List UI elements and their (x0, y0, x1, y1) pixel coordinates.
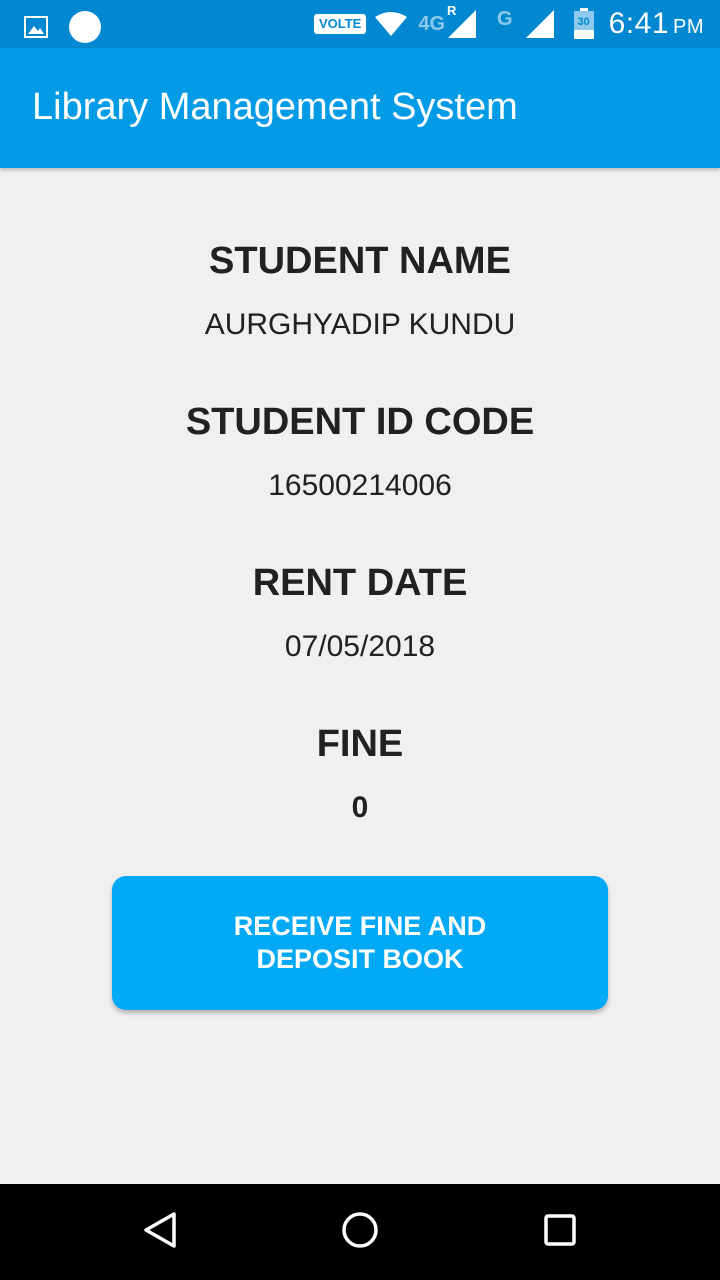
student-id-value: 16500214006 (268, 469, 452, 502)
student-id-label: STUDENT ID CODE (185, 401, 535, 443)
volte-badge: VOLTE (313, 14, 367, 34)
gallery-icon (24, 15, 48, 39)
student-name-label: STUDENT NAME (209, 240, 511, 282)
status-left-icons (24, 10, 102, 44)
clock-time: 6:41 (608, 7, 669, 40)
clock-ampm: PM (673, 16, 704, 38)
receive-fine-deposit-label: RECEIVE FINE AND DEPOSIT BOOK (233, 911, 487, 974)
back-icon (140, 1210, 180, 1255)
student-name-value: AURGHYADIP KUNDU (204, 308, 516, 341)
rent-date-label: RENT DATE (252, 562, 468, 604)
rent-date-value: 07/05/2018 (284, 630, 436, 663)
fine-value: 0 (351, 791, 369, 824)
back-button[interactable] (136, 1208, 184, 1256)
app-title: Library Management System (32, 86, 518, 128)
circle-icon (68, 10, 102, 44)
network-g-label: G (497, 7, 513, 30)
recents-button[interactable] (536, 1208, 584, 1256)
status-right-icons: VOLTE 4G R G 30 6:41 PM (313, 3, 704, 42)
recents-icon (540, 1210, 580, 1255)
fine-label: FINE (316, 723, 404, 765)
receive-fine-deposit-button[interactable]: RECEIVE FINE AND DEPOSIT BOOK (112, 876, 608, 1010)
signal-icon: R (447, 3, 477, 39)
roaming-label: R (447, 3, 457, 18)
wifi-icon (374, 11, 408, 37)
signal-icon-2 (525, 9, 555, 39)
home-icon (340, 1210, 380, 1255)
battery-level: 30 (577, 16, 590, 28)
network-4g-label: 4G (418, 12, 446, 35)
status-bar: VOLTE 4G R G 30 6:41 PM (0, 0, 720, 48)
clock: 6:41 PM (609, 7, 704, 41)
app-bar: Library Management System (0, 48, 720, 168)
home-button[interactable] (336, 1208, 384, 1256)
navigation-bar (0, 1184, 720, 1280)
student-details: STUDENT NAME AURGHYADIP KUNDU STUDENT ID… (0, 168, 720, 1184)
battery-icon: 30 (573, 8, 595, 40)
